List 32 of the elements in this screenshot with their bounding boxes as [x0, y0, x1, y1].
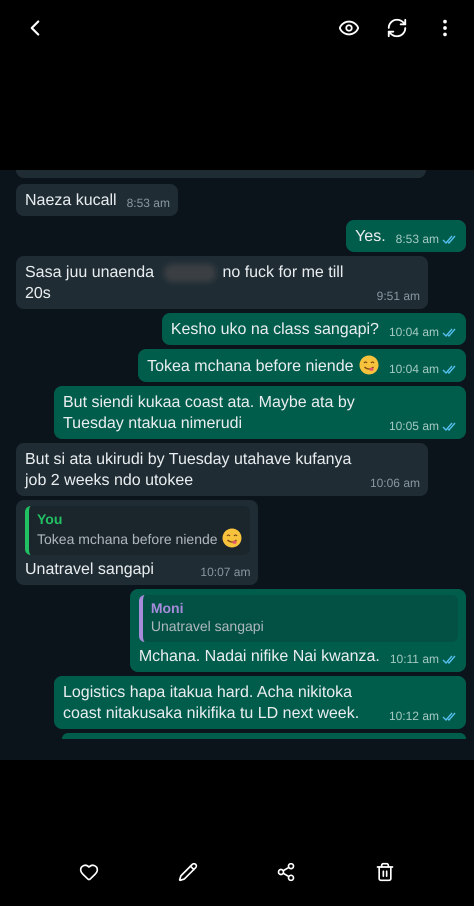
smiling-face-icon — [358, 355, 379, 375]
message-time: 10:12 am — [388, 709, 439, 723]
message-time: 10:06 am — [370, 476, 420, 490]
message-text: But si ata ukirudi by Tuesday utahave kufanya job 2 weeks ndo utokee — [25, 450, 352, 491]
rotate-icon[interactable] — [386, 17, 408, 39]
message-time: 10:04 am — [388, 362, 439, 376]
message-time: 10:05 am — [388, 419, 439, 433]
message-time: 9:51 am — [376, 289, 420, 303]
message-text: Mchana. Nadai nifike Nai kwanza. — [138, 647, 380, 667]
message-text: Logistics hapa itakua hard. Acha nikitoka coast nitakusaka nikifika tu LD next week. — [63, 683, 360, 724]
message-time: 8:53 am — [396, 232, 439, 246]
message-time: 10:07 am — [200, 565, 250, 579]
message-text: Yes. — [355, 227, 386, 247]
quote-text: Tokea mchana before niende — [37, 528, 242, 549]
message-text: But siendi kukaa coast ata. Maybe ata by Tuesday ntakua nimerudi — [63, 393, 356, 434]
pencil-icon[interactable] — [178, 862, 198, 882]
heart-icon[interactable] — [79, 862, 100, 882]
message-time: 10:11 am — [390, 652, 439, 666]
message-text: Kesho uko na class sangapi? — [170, 320, 379, 340]
quote-author: Moni — [150, 599, 184, 617]
message-time: 10:04 am — [388, 325, 439, 339]
message-text: Naeza kucall — [25, 191, 117, 211]
trash-icon[interactable] — [374, 862, 395, 882]
smiling-face-icon — [222, 528, 242, 548]
received-message: Sasa juu unaenda no fuck for me till 20s 9:51 am — [16, 256, 428, 309]
message-text: Unatravel sangapi — [25, 560, 155, 580]
sent-message: Tokea mchana before niende 10:04 am — [138, 349, 466, 382]
quote-author: You — [37, 510, 64, 528]
message-time: 8:53 am — [126, 196, 170, 210]
quote-text: Unatravel sangapi — [150, 617, 265, 636]
share-icon[interactable] — [276, 862, 296, 882]
blurred-word — [164, 264, 216, 282]
